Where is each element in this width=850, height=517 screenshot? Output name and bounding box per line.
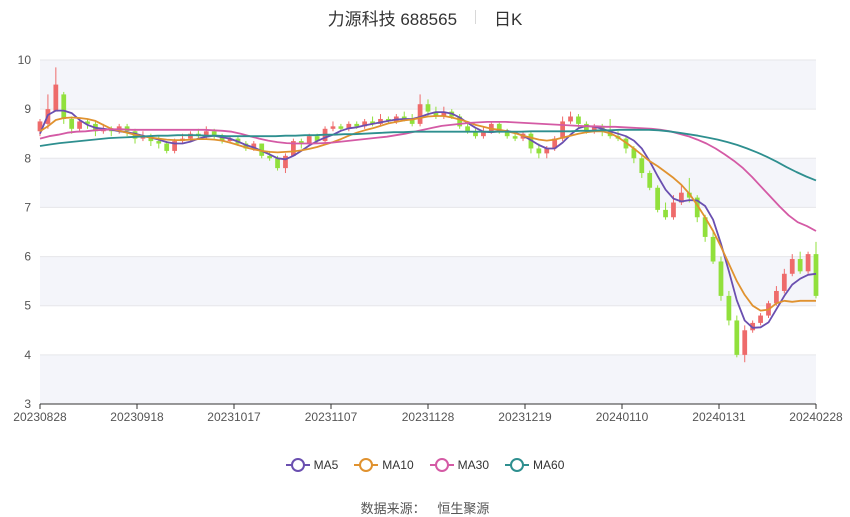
candle-body xyxy=(647,173,653,188)
candle-body xyxy=(53,84,59,112)
candle-body xyxy=(789,259,795,274)
legend-label-ma60: MA60 xyxy=(533,458,565,472)
x-tick-label: 20231219 xyxy=(498,410,552,424)
candle-body xyxy=(758,315,763,323)
candle-body xyxy=(655,187,661,210)
candle-body xyxy=(813,254,819,296)
x-tick-label: 20231017 xyxy=(207,410,261,424)
plot-band xyxy=(40,256,816,306)
legend-label-ma5: MA5 xyxy=(313,458,339,472)
candle-body xyxy=(61,94,67,119)
candle-body xyxy=(742,330,748,355)
y-tick-label: 5 xyxy=(24,299,31,313)
candle-body xyxy=(734,320,740,355)
candle-body xyxy=(164,143,170,151)
source-label: 数据来源： xyxy=(360,501,426,516)
legend-item-ma30[interactable]: MA30 xyxy=(429,458,490,472)
candle-body xyxy=(797,259,803,272)
legend-item-ma10[interactable]: MA10 xyxy=(354,458,414,472)
candle-body xyxy=(275,158,280,169)
candle-body xyxy=(710,236,716,262)
x-axis: 20230828 20230918 20231017 20231107 20231128… xyxy=(13,403,843,424)
candle-body xyxy=(726,295,732,321)
candle-body xyxy=(568,116,573,122)
ma60-legend-icon xyxy=(505,458,530,472)
candlesticks xyxy=(37,67,819,363)
kline-chart: 3 4 5 6 7 8 9 10 20230828 20230918 20231017 202311… xyxy=(13,53,843,424)
candle-body xyxy=(639,158,645,174)
ma30-legend-icon xyxy=(429,458,454,472)
candle-body xyxy=(774,290,779,304)
legend-label-ma30: MA30 xyxy=(457,458,490,472)
legend-item-ma5[interactable]: MA5 xyxy=(285,458,339,472)
candle-body xyxy=(512,136,518,139)
candle-body xyxy=(781,273,787,291)
data-source: 数据来源： 恒生聚源 xyxy=(0,498,850,517)
ma10-legend-icon xyxy=(354,458,379,472)
x-tick-label: 20230918 xyxy=(110,410,164,424)
candle-body xyxy=(338,126,344,129)
legend-item-ma60[interactable]: MA60 xyxy=(505,458,564,472)
candle-body xyxy=(69,118,75,129)
y-tick-label: 8 xyxy=(24,151,31,165)
candle-body xyxy=(536,148,542,154)
x-tick-label: 20240228 xyxy=(789,410,843,424)
y-axis-ticks: 3 4 5 6 7 8 9 10 xyxy=(18,53,32,411)
x-tick-label: 20231128 xyxy=(402,410,455,424)
candle-body xyxy=(417,104,423,124)
source-name: 恒生聚源 xyxy=(437,501,490,516)
legend: MA5 MA10 MA30 MA60 xyxy=(0,458,850,472)
candle-body xyxy=(560,121,565,139)
candle-body xyxy=(465,126,470,132)
candle-body xyxy=(671,202,676,218)
y-tick-label: 7 xyxy=(24,200,31,214)
y-tick-label: 10 xyxy=(18,53,32,67)
candle-body xyxy=(156,141,162,144)
x-tick-label: 20240131 xyxy=(692,410,746,424)
x-tick-label: 20231107 xyxy=(305,410,358,424)
ma5-legend-icon xyxy=(285,458,310,472)
y-tick-label: 9 xyxy=(24,102,31,116)
candle-body xyxy=(805,254,811,272)
candle-body xyxy=(663,209,668,218)
legend-label-ma10: MA10 xyxy=(382,458,414,472)
y-tick-label: 6 xyxy=(24,250,31,264)
plot-band xyxy=(40,354,816,404)
y-tick-label: 3 xyxy=(24,397,31,411)
candle-body xyxy=(330,126,336,129)
candle-body xyxy=(718,261,724,296)
candle-body xyxy=(576,116,581,124)
candle-body xyxy=(306,136,312,144)
candle-body xyxy=(77,121,82,129)
candle-body xyxy=(425,104,431,112)
y-tick-label: 4 xyxy=(24,348,31,362)
x-tick-label: 20240110 xyxy=(596,410,649,424)
x-tick-label: 20230828 xyxy=(13,410,67,424)
